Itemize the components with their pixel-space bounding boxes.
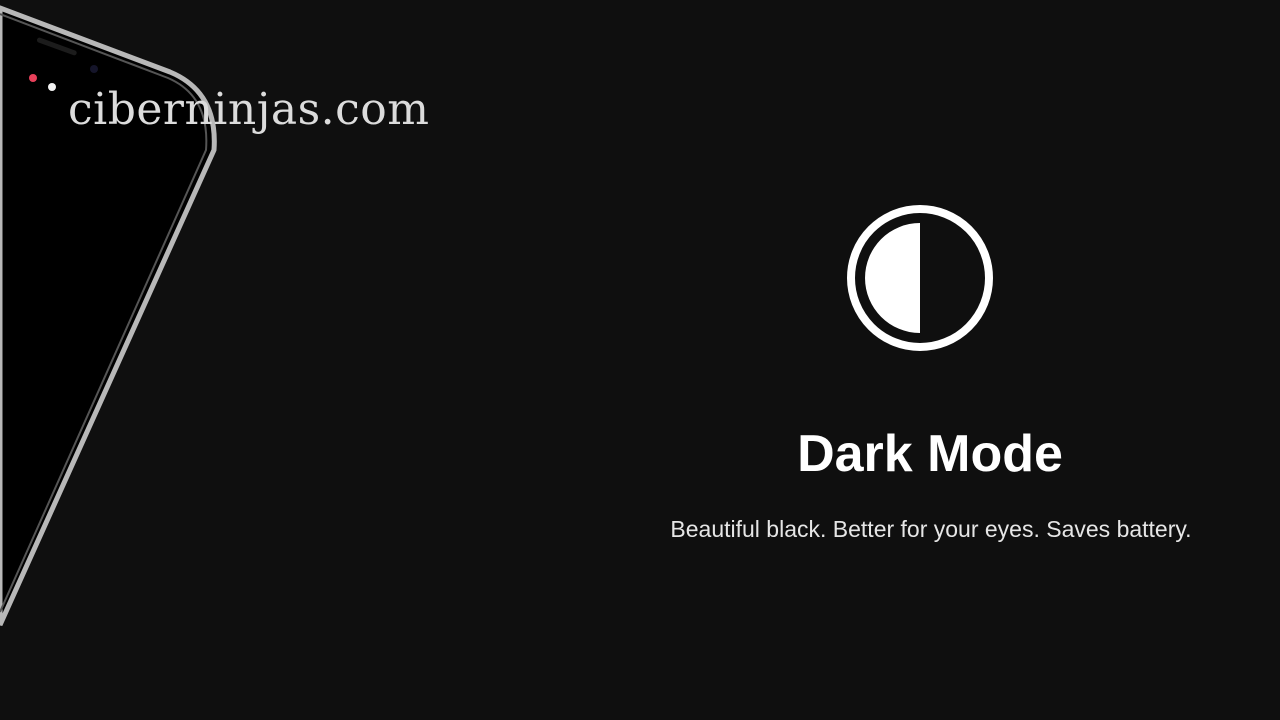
watermark: ciberninjas.com	[68, 84, 430, 135]
front-camera-icon	[90, 65, 98, 73]
feature-title: Dark Mode	[797, 425, 1063, 483]
status-dot	[48, 83, 56, 91]
feature-tagline: Beautiful black. Better for your eyes. S…	[670, 516, 1192, 542]
notification-dot	[29, 74, 37, 82]
half-circle-contrast-icon	[847, 205, 993, 351]
